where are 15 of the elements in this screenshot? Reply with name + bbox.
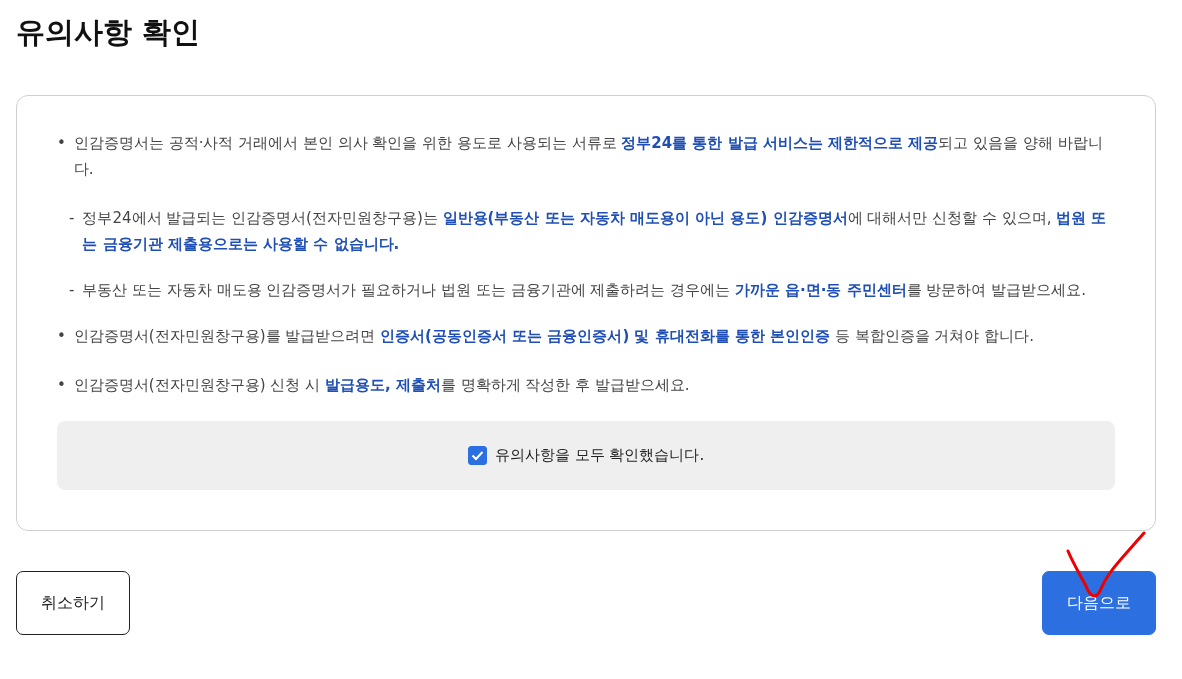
notice-text: 인감증명서는 공적·사적 거래에서 본인 의사 확인을 위한 용도로 사용되는 서류로 정부24를 통한 발급 서비스는 제한적으로 제공되고 있음을 양해 바랍니다. — [73, 133, 1104, 180]
page-title: 유의사항 확인 — [16, 14, 202, 51]
next-button[interactable]: 다음으로 — [1042, 571, 1156, 635]
dash-mark: - — [69, 208, 75, 229]
notice-text: 부동산 또는 자동차 매도용 인감증명서가 필요하거나 법원 또는 금융기관에 제출하려는 경우에는 가까운 읍·면·동 주민센터를 방문하여 발급받으세요. — [82, 280, 1087, 301]
bullet-mark: • — [57, 375, 66, 396]
notice-text: 정부24에서 발급되는 인감증명서(전자민원창구용)는 일반용(부동산 또는 자동차 매도용이 아닌 용도) 인감증명서에 대해서만 신청할 수 있으며, 법원 또는 금융기관 제출용으로는 사용할 수 없습니다. — [82, 208, 1108, 255]
dash-mark: - — [69, 280, 75, 301]
confirm-checkbox[interactable]: 유의사항을 모두 확인했습니다. — [467, 446, 705, 465]
bullet-mark: • — [57, 326, 66, 347]
checkbox-icon[interactable] — [467, 446, 487, 465]
bullet-mark: • — [57, 133, 66, 154]
cancel-button[interactable]: 취소하기 — [16, 571, 130, 635]
notice-text: 인감증명서(전자민원창구용)를 발급받으려면 인증서(공동인증서 또는 금융인증서) 및 휴대전화를 통한 본인인증 등 복합인증을 거쳐야 합니다. — [73, 326, 1034, 347]
notice-text: 인감증명서(전자민원창구용) 신청 시 발급용도, 제출처를 명확하게 작성한 후 발급받으세요. — [73, 375, 690, 396]
